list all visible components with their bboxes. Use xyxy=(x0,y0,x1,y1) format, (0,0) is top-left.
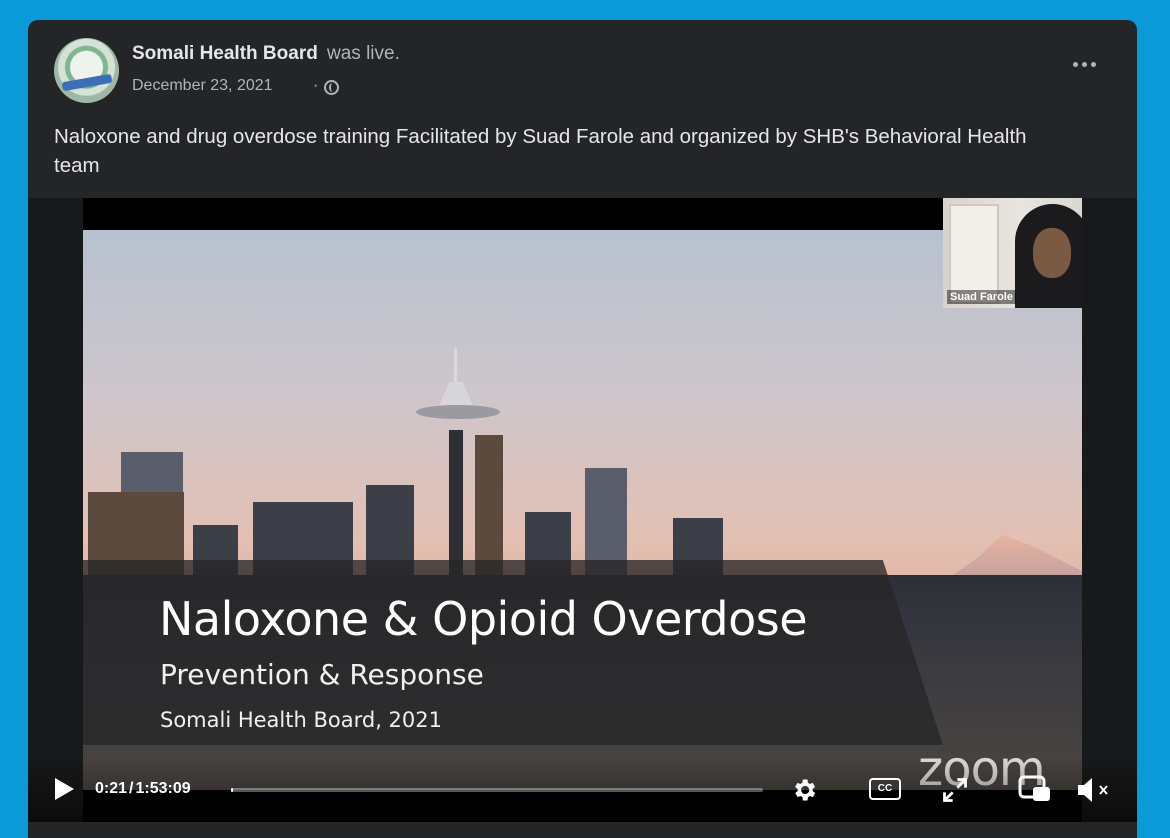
speaker-name-label: Suad Farole xyxy=(947,290,1016,304)
progress-bar[interactable] xyxy=(231,788,763,792)
mute-icon[interactable] xyxy=(1075,776,1115,804)
more-options-button[interactable] xyxy=(1064,52,1104,76)
live-status-text: was live. xyxy=(327,43,400,64)
avatar-logo-ribbon xyxy=(61,73,113,92)
video-frame[interactable]: Naloxone & Opioid Overdose Prevention & … xyxy=(83,198,1082,822)
more-options-dot xyxy=(1081,61,1087,67)
globe-icon xyxy=(324,80,339,95)
time-separator: / xyxy=(129,780,134,797)
post-caption: Naloxone and drug overdose training Faci… xyxy=(54,125,1027,177)
presentation-slide: Naloxone & Opioid Overdose Prevention & … xyxy=(83,230,1082,790)
video-player[interactable]: Naloxone & Opioid Overdose Prevention & … xyxy=(28,198,1137,822)
speaker-thumbnail: Suad Farole xyxy=(943,198,1082,308)
space-needle-disc xyxy=(416,405,500,419)
gear-icon[interactable] xyxy=(790,776,818,804)
slide-title: Naloxone & Opioid Overdose xyxy=(159,592,808,646)
more-options-icon xyxy=(1072,61,1078,67)
post-date-link[interactable]: December 23, 2021 xyxy=(132,77,273,95)
duration: 1:53:09 xyxy=(135,780,191,797)
current-time: 0:21 xyxy=(95,780,128,797)
slide-subtitle: Prevention & Response xyxy=(160,658,484,691)
play-icon[interactable] xyxy=(55,778,74,800)
page-avatar[interactable] xyxy=(54,38,119,103)
video-controls-bar: 0:21/1:53:09 CC xyxy=(28,756,1137,822)
space-needle-spire xyxy=(454,348,457,384)
more-options-dot xyxy=(1090,61,1096,67)
space-needle-top xyxy=(439,382,473,406)
page-name-link[interactable]: Somali Health Board xyxy=(132,43,318,65)
speaker-face xyxy=(1033,228,1071,278)
expand-icon[interactable] xyxy=(941,776,969,804)
post-card: Somali Health Board was live. December 2… xyxy=(28,20,1137,838)
slide-organization: Somali Health Board, 2021 xyxy=(160,708,442,732)
speaker-background-door xyxy=(949,204,999,304)
time-display: 0:21/1:53:09 xyxy=(95,780,191,798)
progress-fill xyxy=(231,788,233,792)
closed-captions-icon[interactable]: CC xyxy=(869,778,901,800)
picture-in-picture-icon[interactable] xyxy=(1018,774,1052,804)
date-separator: · xyxy=(313,77,319,94)
